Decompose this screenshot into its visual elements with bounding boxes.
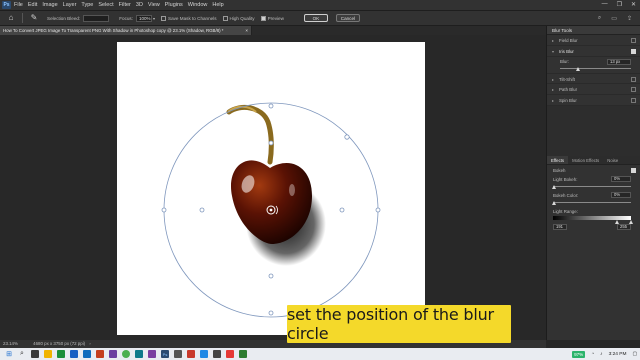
iris-blur-checkbox[interactable] bbox=[631, 49, 636, 54]
cherry-stem bbox=[226, 104, 274, 165]
tab-effects[interactable]: Effects bbox=[547, 156, 569, 164]
taskbar-search-icon[interactable]: ⌕ bbox=[18, 350, 26, 358]
word-icon[interactable] bbox=[70, 350, 78, 358]
photoshop-taskbar-icon[interactable]: Ps bbox=[161, 350, 169, 358]
restore-icon[interactable]: ❐ bbox=[617, 1, 622, 8]
teams-icon[interactable] bbox=[148, 350, 156, 358]
windows-start-icon[interactable]: ⊞ bbox=[5, 350, 13, 358]
light-bokeh-field[interactable]: 0% bbox=[611, 176, 631, 182]
bokeh-color-field[interactable]: 0% bbox=[611, 192, 631, 198]
bokeh-label: Bokeh bbox=[553, 168, 566, 173]
chrome-icon[interactable] bbox=[122, 350, 130, 358]
iris-left-handle bbox=[161, 207, 167, 213]
tab-motion-effects[interactable]: Motion Effects bbox=[568, 156, 603, 164]
workspace-icon[interactable]: ▭ bbox=[611, 15, 617, 22]
app-icon-17[interactable] bbox=[213, 350, 221, 358]
app-icon-14[interactable] bbox=[174, 350, 182, 358]
light-bokeh-row: Light Bokeh: 0% bbox=[547, 176, 640, 192]
filter-path-blur[interactable]: ▸ Path Blur bbox=[547, 84, 640, 95]
zoom-level[interactable]: 23.14% bbox=[3, 341, 18, 346]
iris-roundness-handle bbox=[344, 134, 350, 140]
filter-spin-blur[interactable]: ▸ Spin Blur bbox=[547, 95, 640, 106]
app-icon-15[interactable] bbox=[187, 350, 195, 358]
light-range-min-field[interactable]: 191 bbox=[553, 224, 567, 230]
powerpoint-icon[interactable] bbox=[96, 350, 104, 358]
volume-icon[interactable]: ♪ bbox=[600, 352, 602, 357]
iris-feather-right-handle bbox=[339, 207, 345, 213]
notification-icon[interactable]: ▢ bbox=[632, 352, 637, 357]
effects-tabs: Effects Motion Effects Noise bbox=[547, 156, 640, 165]
filter-field-blur[interactable]: ▸ Field Blur bbox=[547, 35, 640, 46]
clock[interactable]: 3:24 PM bbox=[609, 352, 627, 357]
battery-indicator[interactable]: 97% bbox=[572, 350, 586, 358]
search-icon[interactable]: ⌕ bbox=[598, 15, 601, 22]
iris-top-handle bbox=[268, 103, 274, 109]
filter-tilt-shift[interactable]: ▸ Tilt-Shift bbox=[547, 73, 640, 84]
light-range-label: Light Range: bbox=[553, 209, 578, 214]
path-blur-checkbox[interactable] bbox=[631, 87, 636, 92]
blur-amount-row: Blur: 13 px bbox=[547, 57, 640, 73]
file-explorer-icon[interactable] bbox=[44, 350, 52, 358]
system-tray: 97% ◔ ♪ 3:24 PM ▢ bbox=[572, 348, 637, 360]
excel-icon[interactable] bbox=[57, 350, 65, 358]
iris-feather-bottom-handle bbox=[268, 273, 274, 279]
bokeh-color-label: Bokeh Color: bbox=[553, 193, 579, 198]
iris-right-handle bbox=[375, 207, 381, 213]
app-icon-16[interactable] bbox=[200, 350, 208, 358]
light-range-max-field[interactable]: 255 bbox=[617, 224, 631, 230]
edge-icon[interactable] bbox=[135, 350, 143, 358]
bokeh-color-row: Bokeh Color: 0% bbox=[547, 192, 640, 208]
outlook-icon[interactable] bbox=[83, 350, 91, 358]
light-range-row: Light Range: 191 255 bbox=[547, 208, 640, 232]
iris-feather-left-handle bbox=[199, 207, 205, 213]
bokeh-color-knob[interactable] bbox=[552, 201, 556, 205]
tutorial-caption: set the position of the blur circle bbox=[287, 305, 511, 343]
close-window-icon[interactable]: ✕ bbox=[631, 1, 636, 8]
task-view-icon[interactable] bbox=[31, 350, 39, 358]
blur-slider-knob[interactable] bbox=[576, 67, 580, 71]
field-blur-checkbox[interactable] bbox=[631, 38, 636, 43]
blur-tools-panel: Blur Tools ▸ Field Blur ▾ Iris Blur Blur: … bbox=[546, 26, 640, 340]
blur-value-field[interactable]: 13 px bbox=[607, 59, 631, 65]
app-icon-19[interactable] bbox=[239, 350, 247, 358]
tilt-shift-checkbox[interactable] bbox=[631, 77, 636, 82]
light-bokeh-knob[interactable] bbox=[552, 185, 556, 189]
filter-iris-blur[interactable]: ▾ Iris Blur bbox=[547, 46, 640, 57]
blur-label: Blur: bbox=[560, 59, 570, 64]
blur-tools-title: Blur Tools bbox=[547, 26, 640, 35]
app-icon-18[interactable] bbox=[226, 350, 234, 358]
share-icon[interactable]: ⇪ bbox=[627, 15, 632, 22]
bokeh-checkbox[interactable] bbox=[631, 168, 636, 173]
light-range-gradient[interactable] bbox=[553, 216, 631, 220]
spin-blur-checkbox[interactable] bbox=[631, 98, 636, 103]
onenote-icon[interactable] bbox=[109, 350, 117, 358]
light-bokeh-track[interactable] bbox=[553, 186, 631, 187]
windows-taskbar: ⊞ ⌕ Ps 97% ◔ ♪ 3:24 PM ▢ bbox=[0, 348, 640, 360]
iris-feather-top-handle bbox=[268, 140, 274, 146]
network-icon[interactable]: ◔ bbox=[591, 352, 594, 357]
tab-noise[interactable]: Noise bbox=[603, 156, 622, 164]
minimize-icon[interactable]: — bbox=[602, 1, 608, 8]
light-bokeh-label: Light Bokeh: bbox=[553, 177, 578, 182]
bokeh-row: Bokeh bbox=[547, 165, 640, 176]
bokeh-color-track[interactable] bbox=[553, 202, 631, 203]
blur-slider-track[interactable] bbox=[560, 68, 631, 69]
document-size: 4680 px x 3750 px (72 ppi) bbox=[33, 341, 86, 346]
iris-bottom-handle bbox=[268, 310, 274, 316]
